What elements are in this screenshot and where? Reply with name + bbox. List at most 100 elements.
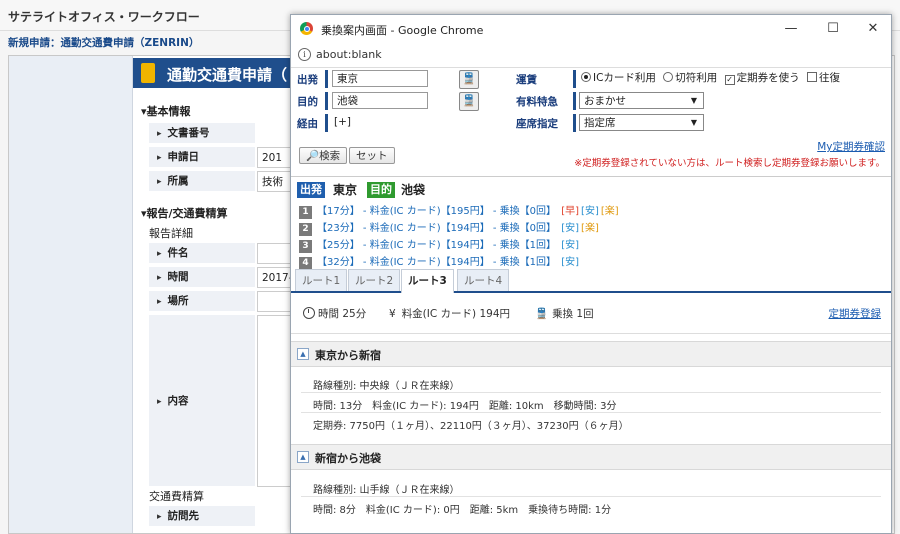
segment-pass: 定期券: 7750円（１ヶ月）、22110円（３ヶ月）、37230円（６ヶ月）: [313, 421, 629, 432]
clock-icon: [303, 307, 315, 319]
section-report[interactable]: ▾報告/交通費精算: [141, 205, 228, 221]
checkbox-icon: ✓: [724, 75, 735, 85]
add-via-link[interactable]: [+]: [334, 116, 351, 128]
tab-route-1[interactable]: ルート1: [295, 269, 348, 291]
route-summary-bar: 時間 25分 ¥ 料金(IC カード) 194円 🚆 乗換 1回 定期券登録: [291, 293, 891, 334]
to-label: 目的: [297, 96, 318, 108]
cheap-badge: [安]: [561, 240, 580, 251]
field-label-date: 申請日: [149, 147, 255, 168]
to-station-input[interactable]: 池袋: [332, 92, 428, 109]
field-label-docnum: 文書番号: [149, 123, 255, 144]
route-result-row[interactable]: 1 【17分】 - 料金(IC カード)【195円】 - 乗換【0回】 [早] [安…: [299, 202, 619, 219]
fare-ic-radio[interactable]: ICカード利用: [581, 72, 656, 84]
train-icon[interactable]: 🚆: [459, 70, 479, 89]
commuter-label: 定期券を使う: [736, 72, 800, 84]
radio-icon: [581, 72, 591, 82]
search-button[interactable]: 🔎検索: [299, 147, 348, 164]
left-sidebar: [9, 56, 133, 533]
divider: [301, 392, 881, 393]
field-label-content: 内容: [149, 315, 255, 487]
segment-title: 東京から新宿: [315, 349, 381, 362]
document-icon: [141, 63, 155, 83]
from-tag: 出発: [297, 182, 325, 198]
commute-register-link[interactable]: 定期券登録: [829, 306, 882, 321]
cheap-badge: [安]: [581, 206, 599, 217]
segment-line: 路線種別: 中央線（ＪＲ在来線）: [313, 381, 460, 392]
form-banner: 通勤交通費申請（: [133, 58, 293, 88]
field-label-subject: 件名: [149, 243, 255, 264]
form-title: 通勤交通費申請（: [167, 66, 288, 84]
fare-ticket-radio[interactable]: 切符利用: [663, 72, 717, 84]
fare-ticket-label: 切符利用: [675, 72, 718, 84]
route-result-row[interactable]: 2 【23分】 - 料金(IC カード)【194円】 - 乗換【0回】 [安] [楽…: [299, 219, 599, 236]
collapse-icon[interactable]: ▲: [297, 451, 309, 463]
info-icon[interactable]: i: [298, 48, 311, 61]
minimize-button[interactable]: —: [777, 19, 805, 39]
field-label-time: 時間: [149, 267, 255, 288]
segment-header[interactable]: ▲ 新宿から池袋: [291, 444, 891, 470]
seat-bar: [573, 114, 576, 132]
summary-transfer: 🚆 乗換 1回: [535, 306, 594, 321]
to-tag: 目的: [367, 182, 395, 198]
fare-bar: [573, 70, 576, 88]
route-number: 2: [299, 223, 312, 236]
express-select[interactable]: おまかせ ▼: [579, 92, 704, 109]
chrome-icon: [300, 22, 313, 35]
fare-ic-label: ICカード利用: [593, 72, 656, 84]
roundtrip-checkbox[interactable]: 往復: [806, 72, 840, 84]
fare-options: ICカード利用 切符利用 ✓ 定期券を使う 往復: [581, 70, 844, 85]
maximize-button[interactable]: ☐: [819, 19, 847, 39]
segment-detail: 時間: 8分 料金(IC カード): 0円 距離: 5km 乗換待ち時間: 1分: [313, 505, 612, 516]
seat-value: 指定席: [584, 117, 616, 129]
segment-line: 路線種別: 山手線（ＪＲ在来線）: [313, 485, 460, 496]
from-bar: [325, 70, 328, 88]
tab-route-3[interactable]: ルート3: [401, 269, 454, 293]
train-icon: 🚆: [535, 308, 549, 320]
summary-fare: ¥ 料金(IC カード) 194円: [389, 306, 510, 321]
express-value: おまかせ: [584, 95, 626, 107]
express-label: 有料特急: [516, 96, 558, 108]
section-basic-info-label: 基本情報: [146, 105, 191, 118]
route-tabs: ルート1 ルート2 ルート3 ルート4: [291, 267, 891, 293]
address-text: about:blank: [316, 48, 382, 61]
divider: [301, 496, 881, 497]
close-button[interactable]: ✕: [859, 19, 887, 39]
route-summary: 【23分】 - 料金(IC カード)【194円】 - 乗換【0回】: [317, 223, 557, 234]
train-icon[interactable]: 🚆: [459, 92, 479, 111]
summary-transfer-text: 乗換 1回: [552, 308, 594, 320]
from-station-input[interactable]: 東京: [332, 70, 428, 87]
search-icon: 🔎: [306, 150, 320, 162]
commuter-checkbox[interactable]: ✓ 定期券を使う: [724, 72, 800, 85]
window-titlebar[interactable]: 乗換案内画面 - Google Chrome — ☐ ✕: [291, 15, 891, 43]
page-subtitle: 新規申請：通勤交通費申請（ZENRIN）: [8, 37, 200, 49]
segment-title: 新宿から池袋: [315, 452, 381, 465]
via-label: 経由: [297, 118, 318, 130]
from-label: 出発: [297, 74, 318, 86]
route-number: 1: [299, 206, 312, 219]
to-station: 池袋: [401, 183, 426, 197]
expense-title: 交通費精算: [149, 490, 204, 503]
tab-route-4[interactable]: ルート4: [457, 269, 510, 291]
checkbox-icon: [806, 72, 817, 82]
segment-header[interactable]: ▲ 東京から新宿: [291, 341, 891, 367]
route-result-row[interactable]: 4 【32分】 - 料金(IC カード)【194円】 - 乗換【1回】 [安]: [299, 253, 579, 270]
radio-icon: [663, 72, 674, 82]
yen-icon: ¥: [389, 308, 396, 320]
segment-detail: 時間: 13分 料金(IC カード): 194円 距離: 10km 移動時間: …: [313, 401, 617, 412]
report-detail-label: 報告詳細: [149, 227, 193, 240]
field-label-dept: 所属: [149, 171, 255, 192]
tab-route-2[interactable]: ルート2: [348, 269, 401, 291]
reset-button[interactable]: セット: [349, 147, 395, 164]
summary-time: 時間 25分: [303, 306, 366, 321]
summary-time-text: 時間 25分: [318, 308, 367, 320]
section-report-label: 報告/交通費精算: [146, 207, 228, 220]
transit-popup-window: 乗換案内画面 - Google Chrome — ☐ ✕ i about:bla…: [290, 14, 892, 534]
section-basic-info[interactable]: ▾基本情報: [141, 103, 191, 119]
collapse-icon[interactable]: ▲: [297, 348, 309, 360]
route-result-row[interactable]: 3 【25分】 - 料金(IC カード)【194円】 - 乗換【1回】 [安]: [299, 236, 580, 253]
address-bar[interactable]: i about:blank: [291, 43, 891, 68]
search-button-label: 検索: [319, 150, 341, 162]
seat-label: 座席指定: [516, 118, 558, 130]
my-commute-link[interactable]: My定期券確認: [817, 139, 885, 154]
seat-select[interactable]: 指定席 ▼: [579, 114, 704, 131]
